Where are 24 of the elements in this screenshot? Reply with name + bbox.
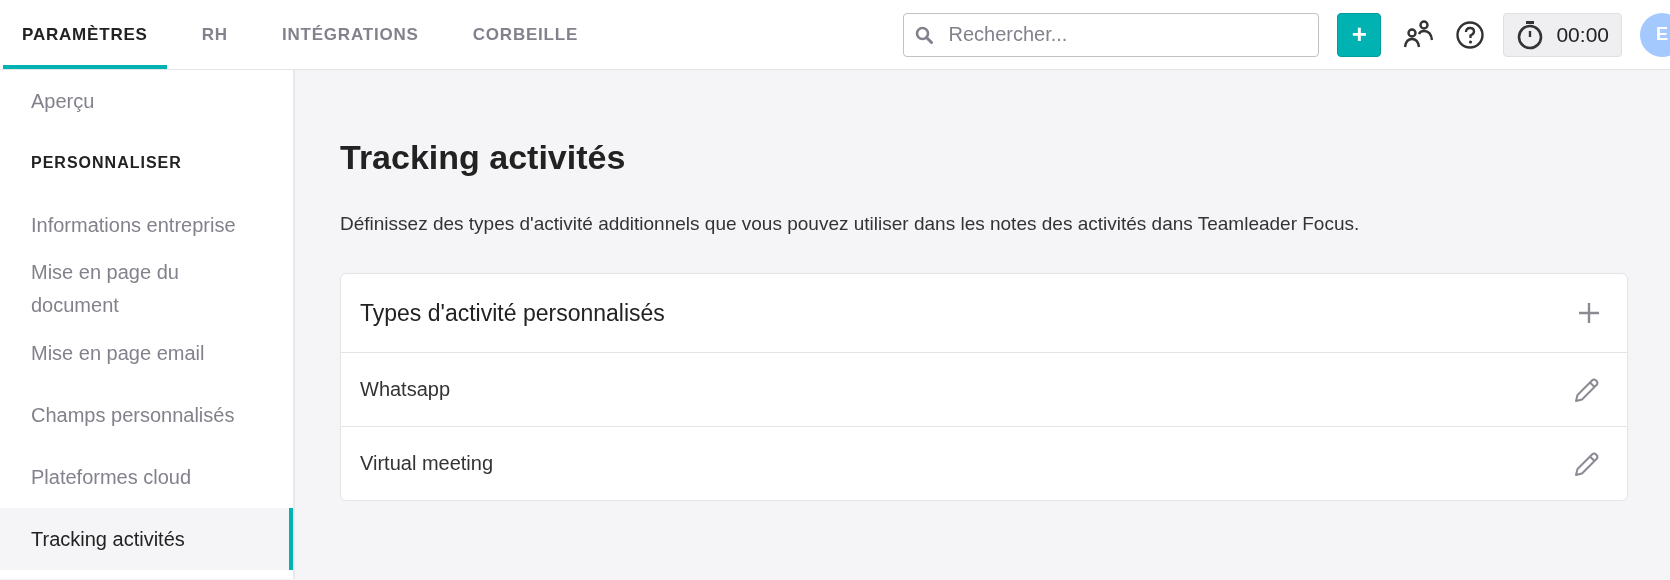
sidebar-item[interactable]: Mise en page du document <box>0 256 293 322</box>
sidebar-item[interactable]: Mise en page email <box>0 322 293 384</box>
stopwatch-icon <box>1516 19 1545 50</box>
nav-tab[interactable]: RH <box>182 0 247 69</box>
sidebar-item[interactable]: Tracking activités <box>0 508 293 570</box>
page-title: Tracking activités <box>340 138 627 177</box>
sidebar-item[interactable]: Aperçu <box>0 70 293 132</box>
activity-type-label: Virtual meeting <box>360 452 494 475</box>
timer-value: 00:00 <box>1556 22 1609 47</box>
page-description: Définissez des types d'activité additionnels que vous pouvez utiliser dans les notes des activités dans Teamleader Focus. <box>340 213 1361 235</box>
nav-tab[interactable]: INTÉGRATIONS <box>262 0 438 69</box>
people-icon[interactable] <box>1403 19 1436 50</box>
sidebar-item[interactable]: Informations entreprise <box>0 194 293 256</box>
timer-button[interactable]: 00:00 <box>1503 12 1622 57</box>
sidebar-item[interactable]: Plateformes cloud <box>0 446 293 508</box>
nav-tab[interactable]: CORBEILLE <box>453 0 598 69</box>
add-icon[interactable] <box>1577 301 1601 325</box>
add-button[interactable]: + <box>1337 12 1382 57</box>
card-title: Types d'activité personnalisés <box>360 299 665 327</box>
section-heading: PERSONNALISER <box>30 153 183 173</box>
search-field[interactable]: Rechercher... <box>903 12 1320 57</box>
activity-type-label: Whatsapp <box>360 378 451 401</box>
help-icon[interactable] <box>1455 19 1486 50</box>
sidebar-item[interactable]: Champs personnalisés <box>0 384 293 446</box>
